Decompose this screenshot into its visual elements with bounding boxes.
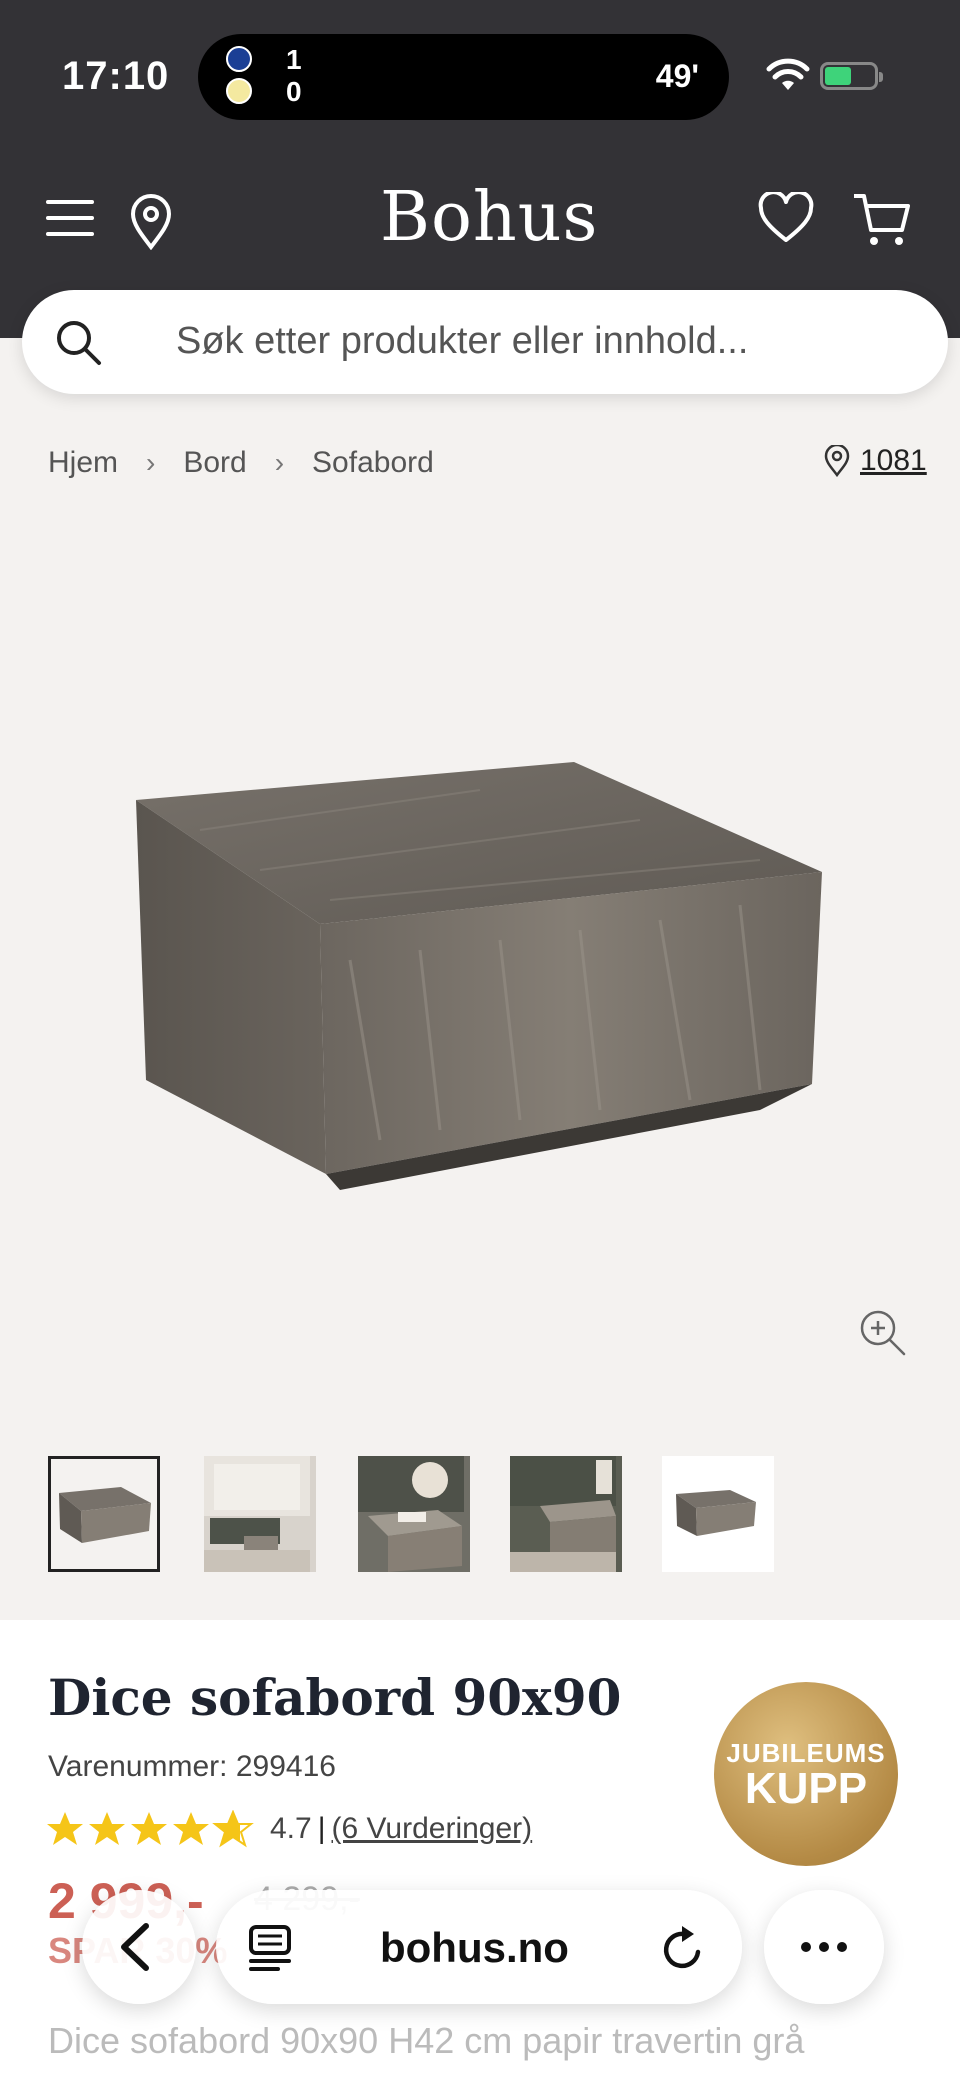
browser-url: bohus.no	[380, 1924, 569, 1971]
breadcrumb: Hjem › Bord › Sofabord	[48, 446, 434, 480]
rating-divider: |	[317, 1812, 326, 1845]
location-pin-icon	[824, 445, 850, 477]
location-pin-icon[interactable]	[128, 194, 174, 250]
more-icon	[801, 1942, 847, 1952]
reader-icon	[249, 1925, 291, 1971]
breadcrumb-sofabord[interactable]: Sofabord	[312, 446, 434, 480]
product-title: Dice sofabord 90x90	[48, 1668, 622, 1727]
home-score: 1	[286, 44, 302, 75]
search-icon	[57, 321, 101, 365]
chevron-right-icon: ›	[146, 447, 156, 478]
thumbnail-2[interactable]	[204, 1456, 316, 1572]
breadcrumb-home[interactable]: Hjem	[48, 446, 118, 480]
breadcrumb-bord[interactable]: Bord	[183, 446, 246, 480]
star-icon	[47, 1810, 254, 1848]
battery-icon	[820, 62, 883, 90]
browser-more-button[interactable]	[764, 1890, 884, 2004]
search-bar[interactable]: Søk etter produkter eller innhold...	[22, 290, 948, 394]
product-description: Dice sofabord 90x90 H42 cm papir travert…	[48, 2020, 805, 2061]
live-activity-island[interactable]: 1 0 49'	[198, 34, 729, 120]
app-header: 17:10 1 0 49' Bohus	[0, 0, 960, 338]
reload-icon[interactable]	[660, 1924, 706, 1972]
away-team-crest-icon	[226, 78, 252, 104]
chevron-right-icon: ›	[274, 447, 285, 478]
home-team-crest-icon	[226, 46, 252, 72]
cart-icon[interactable]	[852, 192, 912, 248]
brand-logo[interactable]: Bohus	[380, 178, 598, 257]
badge-line2: KUPP	[744, 1764, 868, 1813]
back-icon	[121, 1923, 149, 1971]
menu-icon[interactable]	[46, 200, 94, 238]
search-input[interactable]: Søk etter produkter eller innhold...	[176, 320, 748, 363]
match-minute: 49'	[655, 58, 699, 94]
status-time: 17:10	[62, 54, 170, 98]
thumbnail-5[interactable]	[662, 1456, 774, 1572]
thumbnail-1[interactable]	[48, 1456, 160, 1572]
browser-url-bar[interactable]: bohus.no	[216, 1890, 742, 2004]
thumbnail-3[interactable]	[358, 1456, 470, 1572]
rating-value: 4.7	[270, 1812, 312, 1845]
store-number[interactable]: 1081	[860, 444, 927, 478]
away-score: 0	[286, 76, 302, 107]
zoom-icon[interactable]	[858, 1308, 908, 1358]
reviews-link[interactable]: (6 Vurderinger)	[332, 1812, 533, 1846]
browser-back-button[interactable]	[82, 1890, 196, 2004]
product-image[interactable]	[0, 500, 960, 1430]
jubileums-kupp-badge: JUBILEUMS KUPP	[714, 1682, 898, 1866]
wifi-icon	[766, 58, 810, 90]
heart-icon[interactable]	[758, 192, 814, 244]
rating-stars[interactable]: 4.7 | (6 Vurderinger)	[46, 1810, 532, 1848]
store-selector[interactable]: 1081	[824, 444, 927, 478]
product-sku: Varenummer: 299416	[48, 1750, 336, 1783]
thumbnail-4[interactable]	[510, 1456, 622, 1572]
